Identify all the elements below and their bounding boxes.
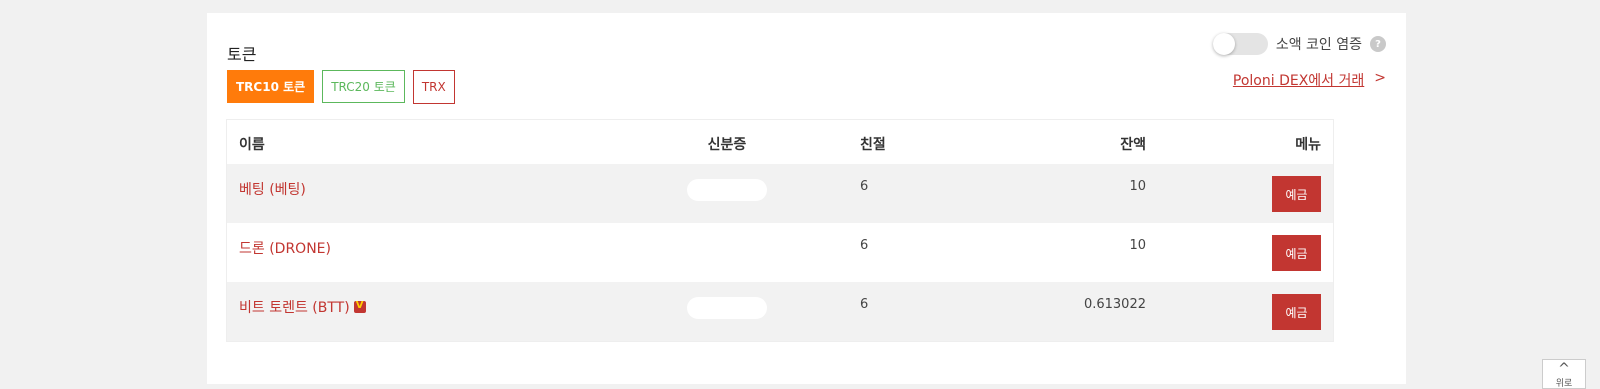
header-name: 이름 (239, 137, 265, 153)
deposit-button[interactable]: 예금 (1272, 176, 1321, 212)
token-name[interactable]: 베팅 (베팅) (239, 179, 306, 199)
table-row: 베팅 (베팅) 6 10 예금 (227, 164, 1333, 223)
token-id (667, 179, 787, 205)
scroll-top-button[interactable]: ^ 위로 (1542, 359, 1586, 389)
scroll-top-label: 위로 (1555, 379, 1573, 389)
token-balance: 10 (1129, 238, 1146, 253)
deposit-cell: 예금 (1272, 176, 1321, 212)
token-name[interactable]: 드론 (DRONE) (239, 238, 331, 258)
toggle-knob (1212, 33, 1235, 55)
header-id: 신분증 (707, 137, 747, 153)
token-table: 이름 신분증 친절 잔액 메뉴 베팅 (베팅) 6 10 예금 드론 (DRON… (226, 119, 1334, 342)
token-tabs: TRC10 토큰 TRC20 토큰 TRX (227, 70, 455, 104)
chevron-up-icon: ^ (1558, 361, 1570, 377)
small-coin-toggle-row: 소액 코인 염증 ? (1212, 33, 1386, 55)
token-precision: 6 (860, 179, 869, 194)
tab-trc10[interactable]: TRC10 토큰 (227, 70, 315, 103)
token-id (667, 297, 787, 323)
token-name-link[interactable]: 비트 토렌트 (BTT) (239, 297, 366, 317)
section-title: 토큰 (227, 45, 257, 64)
chevron-right-icon: > (1374, 70, 1386, 86)
table-row: 비트 토렌트 (BTT) 6 0.613022 예금 (227, 282, 1333, 341)
token-precision: 6 (860, 238, 869, 253)
toggle-label: 소액 코인 염증 (1275, 37, 1362, 53)
deposit-button[interactable]: 예금 (1272, 294, 1321, 330)
token-name-link[interactable]: 베팅 (베팅) (239, 179, 306, 199)
table-header: 이름 신분증 친절 잔액 메뉴 (227, 120, 1333, 164)
small-coin-toggle[interactable] (1212, 33, 1268, 55)
tab-trc20[interactable]: TRC20 토큰 (322, 70, 405, 103)
token-precision: 6 (860, 297, 869, 312)
header-balance: 잔액 (1120, 137, 1146, 153)
token-id-redacted (687, 179, 767, 201)
tab-trx[interactable]: TRX (412, 70, 455, 104)
token-id-redacted (687, 297, 767, 319)
poloni-dex-link[interactable]: Poloni DEX에서 거래 > (1233, 70, 1386, 90)
header-menu: 메뉴 (1295, 137, 1321, 153)
token-balance: 10 (1129, 179, 1146, 194)
table-row: 드론 (DRONE) 6 10 예금 (227, 223, 1333, 282)
help-icon[interactable]: ? (1370, 36, 1386, 52)
deposit-button[interactable]: 예금 (1272, 235, 1321, 271)
token-name-link[interactable]: 드론 (DRONE) (239, 238, 331, 258)
deposit-cell: 예금 (1272, 235, 1321, 271)
token-name[interactable]: 비트 토렌트 (BTT) (239, 297, 350, 317)
token-card: 토큰 TRC10 토큰 TRC20 토큰 TRX 소액 코인 염증 ? Polo… (207, 13, 1406, 384)
verified-icon (353, 300, 366, 313)
token-balance: 0.613022 (1083, 297, 1146, 312)
header-precision: 친절 (860, 137, 886, 153)
deposit-cell: 예금 (1272, 294, 1321, 330)
dex-link-label[interactable]: Poloni DEX에서 거래 (1233, 70, 1364, 90)
